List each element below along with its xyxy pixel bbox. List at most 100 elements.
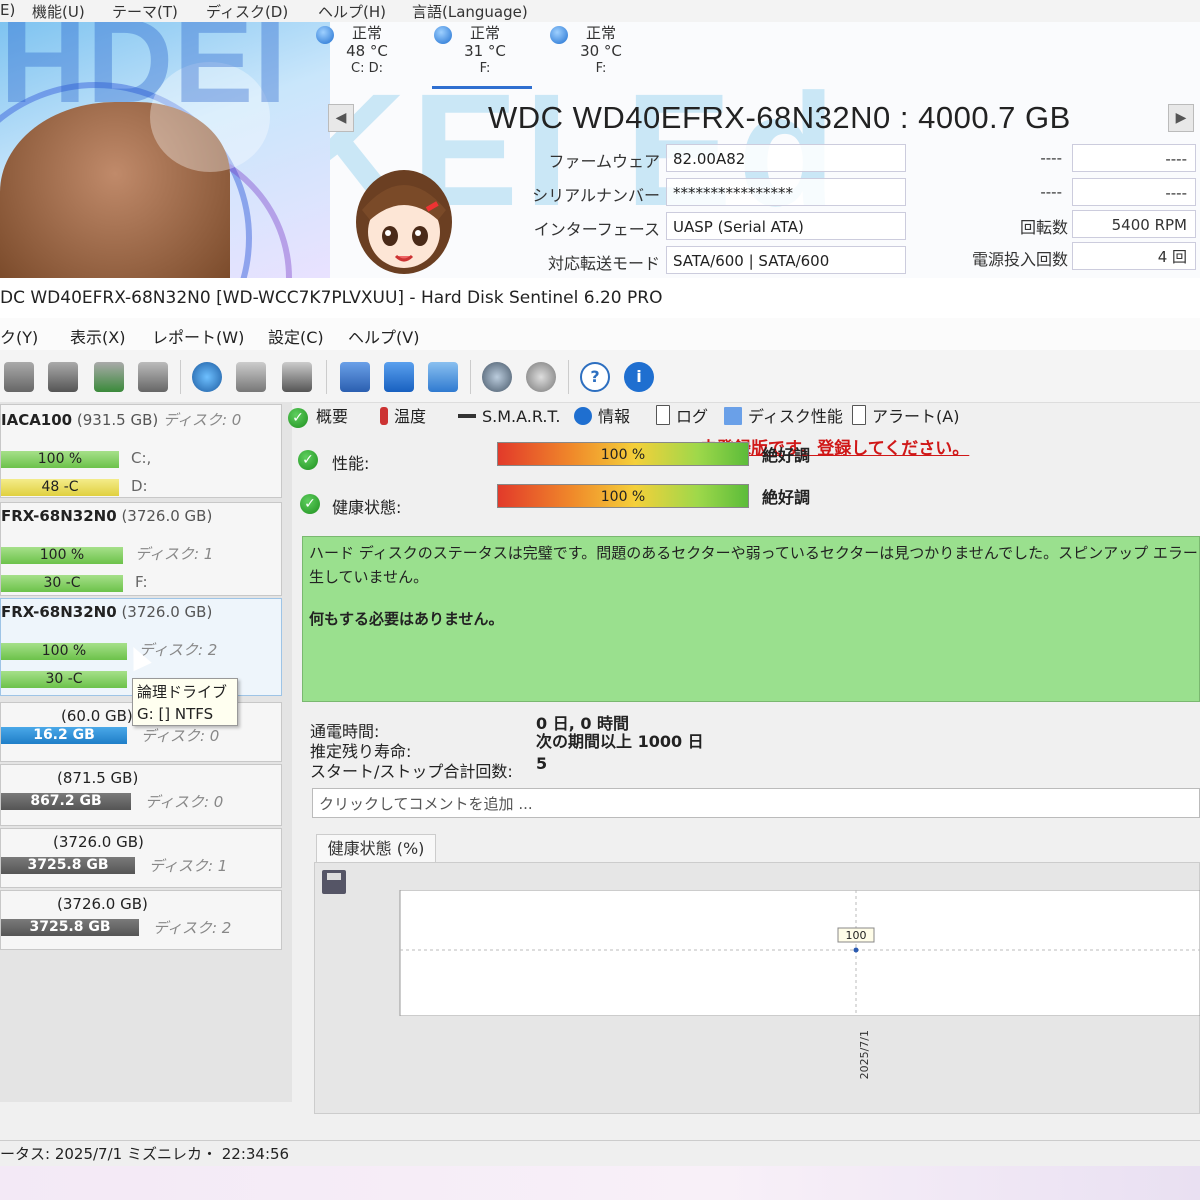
- status-description: ハード ディスクのステータスは完璧です。問題のあるセクターや弱っているセクターは…: [302, 536, 1200, 702]
- disk-entry[interactable]: FRX-68N32N0 (3726.0 GB) 100 % ディスク: 1 30…: [0, 502, 282, 596]
- smart-icon: [458, 414, 476, 418]
- tab-disk-performance[interactable]: ディスク性能: [724, 404, 843, 430]
- free-space-bar: 867.2 GB: [1, 793, 131, 810]
- tab-health-chart[interactable]: 健康状態 (%): [316, 834, 436, 863]
- disk-check-icon[interactable]: [94, 362, 124, 392]
- status-good-icon: [316, 26, 334, 44]
- window-title-bar: DC WD40EFRX-68N32N0 [WD-WCC7K7PLVXUU] - …: [0, 278, 1200, 318]
- tab-log[interactable]: ログ: [656, 404, 708, 430]
- volume-entry[interactable]: (871.5 GB) 867.2 GB ディスク: 0: [0, 764, 282, 826]
- desktop-background-strip: [0, 1166, 1200, 1200]
- notepad-icon[interactable]: [340, 362, 370, 392]
- menu-report[interactable]: レポート(W): [152, 324, 244, 348]
- tab-temperature[interactable]: 温度: [380, 404, 426, 430]
- x-tick-label: 2025/7/1: [858, 1030, 871, 1080]
- globe-disk-icon[interactable]: [192, 362, 222, 392]
- right-field-1: ----: [1040, 149, 1062, 167]
- chart-plot-area: [399, 890, 1200, 1016]
- hard-disk-sentinel-window: DC WD40EFRX-68N32N0 [WD-WCC7K7PLVXUU] - …: [0, 278, 1200, 1200]
- start-stop-count-label: スタート/ストップ合計回数:: [310, 762, 513, 781]
- data-label: 100: [846, 929, 867, 942]
- disk-list-panel: IACA100 (931.5 GB) ディスク: 0 100 % C:, 48 …: [0, 402, 292, 1102]
- menu-disk[interactable]: ク(Y): [0, 324, 38, 348]
- firmware-label: ファームウェア: [548, 152, 660, 171]
- logical-drive-tooltip: 論理ドライブ G: [] NTFS: [132, 678, 238, 726]
- right-field-2: ----: [1040, 183, 1062, 201]
- right-field-2b: ----: [1072, 178, 1196, 206]
- menu-help[interactable]: ヘルプ(V): [348, 324, 419, 348]
- status-good-icon: [550, 26, 568, 44]
- performance-label: 性能:: [332, 454, 370, 473]
- transfer-mode-label: 対応転送モード: [547, 254, 660, 273]
- tab-overview[interactable]: ✓ 概要: [288, 404, 348, 430]
- performance-check-icon: ✓: [298, 450, 318, 470]
- prev-drive-button[interactable]: ◀: [328, 104, 354, 132]
- serial-value: ****************: [666, 178, 906, 206]
- interface-value: UASP (Serial ATA): [666, 212, 906, 240]
- menu-disk[interactable]: ディスク(D): [206, 1, 288, 22]
- health-chart: 100 100: [399, 890, 1200, 1016]
- crystaldiskinfo-window: HDEI E) 機能(U) テーマ(T) ディスク(D) ヘルプ(H) 言語(L…: [0, 0, 1200, 278]
- network-icon[interactable]: [428, 362, 458, 392]
- power-on-count-label: 電源投入回数: [971, 250, 1068, 269]
- alert-icon: [852, 405, 866, 425]
- interface-label: インターフェース: [533, 220, 660, 239]
- transfer-mode-value: SATA/600 | SATA/600: [666, 246, 906, 274]
- tab-alerts[interactable]: アラート(A): [852, 404, 959, 430]
- temperature-bar: 30 -C: [1, 575, 123, 592]
- thermometer-icon: [380, 407, 388, 425]
- menu-item[interactable]: E): [0, 1, 15, 19]
- action-text: 何もする必要はありません。: [309, 610, 504, 628]
- banner-artwork: HDEI: [0, 22, 330, 278]
- disk-export-icon[interactable]: [282, 362, 312, 392]
- drive-status-3[interactable]: 正常 30 °C F:: [550, 24, 646, 86]
- check-icon: ✓: [288, 408, 308, 428]
- mascot-character-image: [356, 170, 452, 274]
- menu-settings[interactable]: 設定(C): [268, 324, 324, 348]
- volume-entry[interactable]: (3726.0 GB) 3725.8 GB ディスク: 1: [0, 828, 282, 888]
- disk-entry[interactable]: IACA100 (931.5 GB) ディスク: 0 100 % C:, 48 …: [0, 404, 282, 498]
- start-stop-count-value: 5: [536, 754, 548, 773]
- temperature-bar: 48 -C: [1, 479, 119, 496]
- drive-model-title: WDC WD40EFRX-68N32N0 : 4000.7 GB: [488, 100, 1071, 135]
- next-drive-button[interactable]: ▶: [1168, 104, 1194, 132]
- volume-entry[interactable]: (3726.0 GB) 3725.8 GB ディスク: 2: [0, 890, 282, 950]
- gear-icon[interactable]: [482, 362, 512, 392]
- disks-icon[interactable]: [236, 362, 266, 392]
- performance-result: 絶好調: [762, 446, 811, 465]
- health-bar: 100 %: [1, 451, 119, 468]
- free-space-bar: 3725.8 GB: [1, 857, 135, 874]
- cdi-menubar: E) 機能(U) テーマ(T) ディスク(D) ヘルプ(H) 言語(Langua…: [0, 0, 1200, 22]
- disk-search-icon[interactable]: [138, 362, 168, 392]
- remaining-life-value: 次の期間以上 1000 日: [536, 732, 704, 751]
- health-result: 絶好調: [762, 488, 811, 507]
- chart-icon: [724, 407, 742, 425]
- temperature-bar: 30 -C: [1, 671, 127, 688]
- window-title: DC WD40EFRX-68N32N0 [WD-WCC7K7PLVXUU] - …: [0, 288, 663, 308]
- disk-clock-icon[interactable]: [48, 362, 78, 392]
- status-bar-text: ータス: 2025/7/1 ミズニレカ・ 22:34:56: [0, 1145, 290, 1163]
- menu-theme[interactable]: テーマ(T): [112, 1, 178, 22]
- drive-status-1[interactable]: 正常 48 °C C: D:: [316, 24, 412, 86]
- save-icon[interactable]: [322, 870, 346, 894]
- right-field-1b: ----: [1072, 144, 1196, 172]
- tab-smart[interactable]: S.M.A.R.T.: [458, 404, 560, 430]
- mail-icon[interactable]: [384, 362, 414, 392]
- info-icon[interactable]: i: [624, 362, 654, 392]
- speaker-icon[interactable]: [526, 362, 556, 392]
- menu-view[interactable]: 表示(X): [70, 324, 125, 348]
- tab-bar: ✓ 概要 温度 S.M.A.R.T. 情報 ログ ディスク性能 アラート(A): [288, 402, 1200, 430]
- drive-status-2[interactable]: 正常 31 °C F:: [432, 24, 532, 89]
- free-space-bar: 3725.8 GB: [1, 919, 139, 936]
- free-space-bar: 16.2 GB: [1, 727, 127, 744]
- disk-icon[interactable]: [4, 362, 34, 392]
- health-check-icon: ✓: [300, 494, 320, 514]
- menu-help[interactable]: ヘルプ(H): [318, 1, 386, 22]
- comment-input[interactable]: クリックしてコメントを追加 ...: [312, 788, 1200, 818]
- menu-language[interactable]: 言語(Language): [412, 1, 528, 22]
- help-icon[interactable]: ?: [580, 362, 610, 392]
- hds-menubar: ク(Y) 表示(X) レポート(W) 設定(C) ヘルプ(V): [0, 318, 1200, 350]
- power-on-count-value: 4 回: [1072, 242, 1196, 270]
- tab-info[interactable]: 情報: [574, 404, 630, 430]
- menu-function[interactable]: 機能(U): [32, 1, 85, 22]
